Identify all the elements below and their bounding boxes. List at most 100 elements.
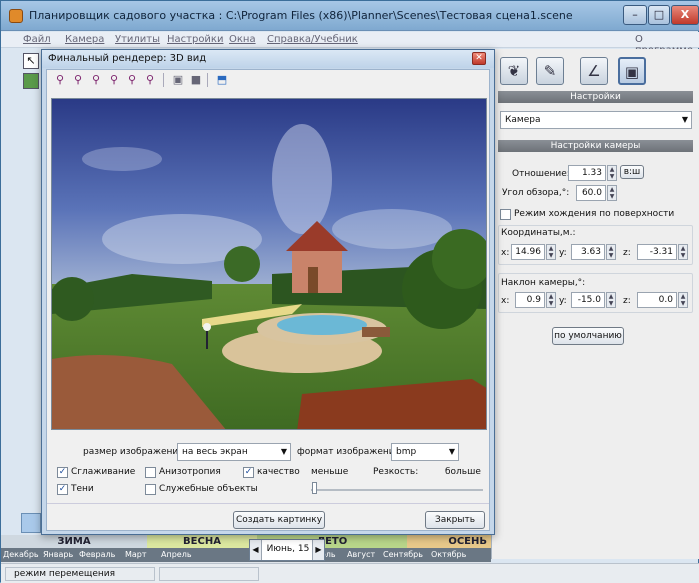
tilt-label: Наклон камеры,°: [501, 278, 586, 288]
coord-z-spinner[interactable]: ▲ ▼ [678, 244, 688, 260]
camera-preset-4-icon[interactable]: ⚲ [107, 73, 121, 87]
month-september[interactable]: Сентябрь [383, 550, 423, 559]
create-image-button[interactable]: Создать картинку [233, 511, 325, 529]
tilt-z-spinner[interactable]: ▲ ▼ [678, 292, 688, 308]
menu-windows[interactable]: Окна [229, 34, 256, 45]
ratio-input[interactable]: 1.33 [568, 165, 606, 181]
fov-input[interactable]: 60.0 [576, 185, 606, 201]
coord-z-input[interactable]: -3.31 [637, 244, 677, 260]
next-day-arrow-icon[interactable]: ▶ [312, 540, 324, 560]
prev-day-arrow-icon[interactable]: ◀ [250, 540, 262, 560]
camera-preset-2-icon[interactable]: ⚲ [71, 73, 85, 87]
quality-label: качество [257, 467, 300, 477]
mode-select[interactable]: Камера ▼ [500, 111, 692, 129]
view-tab-stub[interactable] [21, 513, 41, 533]
coord-y-label: y: [559, 248, 567, 258]
maximize-button[interactable]: □ [648, 5, 670, 25]
divider [47, 503, 489, 504]
toolbar-separator [207, 73, 208, 87]
fov-spinner[interactable]: ▲ ▼ [607, 185, 617, 201]
camera-preset-5-icon[interactable]: ⚲ [125, 73, 139, 87]
tilt-x-label: x: [501, 296, 510, 306]
tilt-y-input[interactable]: -15.0 [571, 292, 605, 308]
month-march[interactable]: Март [125, 550, 147, 559]
image-size-label: размер изображения: [83, 447, 187, 457]
export-icon[interactable]: ⬒ [215, 73, 229, 87]
brush-tool-icon[interactable]: ✎ [536, 57, 564, 85]
settings-panel: ❦ ✎ ∠ ▣ Настройки Камера ▼ Настройки каме… [491, 49, 699, 559]
coord-y-input[interactable]: 3.63 [571, 244, 605, 260]
camera-preset-6-icon[interactable]: ⚲ [143, 73, 157, 87]
walk-mode-checkbox[interactable] [500, 209, 511, 220]
camera-settings-header: Настройки камеры [498, 140, 693, 152]
window-title: Планировщик садового участка : C:\Progra… [29, 9, 573, 22]
mode-select-value: Камера [505, 115, 541, 125]
menu-settings[interactable]: Настройки [167, 34, 223, 45]
menu-bar: Файл Камера Утилиты Настройки Окна Справ… [1, 32, 699, 56]
menu-utilities[interactable]: Утилиты [115, 34, 160, 45]
main-window: Планировщик садового участка : C:\Progra… [0, 0, 699, 583]
shadows-label: Тени [71, 484, 94, 494]
image-size-value: на весь экран [182, 447, 248, 457]
month-january[interactable]: Январь [43, 550, 73, 559]
settings-header: Настройки [498, 91, 693, 103]
season-spring: ВЕСНА [147, 535, 257, 548]
menu-camera[interactable]: Камера [65, 34, 104, 45]
month-october[interactable]: Октябрь [431, 550, 466, 559]
season-autumn: ОСЕНЬ [407, 535, 491, 548]
angle-tool-icon[interactable]: ∠ [580, 57, 608, 85]
coord-y-spinner[interactable]: ▲ ▼ [606, 244, 616, 260]
menu-help[interactable]: Справка/Учебник [267, 34, 358, 45]
stop-icon[interactable]: ■ [189, 73, 203, 87]
tilt-z-input[interactable]: 0.0 [637, 292, 677, 308]
garden-scene-image [52, 99, 486, 429]
tilt-x-spinner[interactable]: ▲ ▼ [546, 292, 556, 308]
date-picker[interactable]: ◀ Июнь, 15 ▶ [249, 539, 325, 561]
status-cell [159, 567, 259, 581]
default-button[interactable]: по умолчанию [552, 327, 624, 345]
shadows-checkbox[interactable]: ✓ [57, 484, 68, 495]
coord-x-label: x: [501, 248, 510, 258]
quality-checkbox[interactable]: ✓ [243, 467, 254, 478]
sharpness-label: Резкость: [373, 467, 419, 477]
sharpness-slider-thumb[interactable] [312, 482, 317, 494]
tilt-y-spinner[interactable]: ▲ ▼ [606, 292, 616, 308]
month-april[interactable]: Апрель [161, 550, 192, 559]
service-objects-checkbox[interactable] [145, 484, 156, 495]
camera-preset-3-icon[interactable]: ⚲ [89, 73, 103, 87]
tilt-group: Наклон камеры,°: x: 0.9 ▲ ▼ y: -15.0 ▲ ▼ z… [498, 273, 693, 313]
month-february[interactable]: Февраль [79, 550, 115, 559]
status-bar: режим перемещения [1, 563, 699, 583]
pointer-tool-icon[interactable]: ↖ [23, 53, 39, 69]
dialog-close-icon[interactable]: ✕ [472, 52, 486, 65]
save-icon[interactable]: ▣ [171, 73, 185, 87]
camera-preset-1-icon[interactable]: ⚲ [53, 73, 67, 87]
menu-file[interactable]: Файл [23, 34, 51, 45]
ratio-label: Отношение: [512, 169, 570, 179]
month-december[interactable]: Декабрь [3, 550, 39, 559]
coord-x-spinner[interactable]: ▲ ▼ [546, 244, 556, 260]
ratio-spinner[interactable]: ▲ ▼ [607, 165, 617, 181]
image-format-select[interactable]: bmp ▼ [391, 443, 459, 461]
service-objects-label: Служебные объекты [159, 484, 258, 494]
tilt-x-input[interactable]: 0.9 [515, 292, 545, 308]
image-tool-icon[interactable] [23, 73, 39, 89]
dialog-close-button[interactable]: Закрыть [425, 511, 485, 529]
close-button[interactable]: X [671, 5, 699, 25]
3d-view-icon[interactable]: ▣ [618, 57, 646, 85]
month-august[interactable]: Август [347, 550, 375, 559]
chevron-down-icon: ▼ [280, 447, 287, 456]
dialog-title: Финальный рендерeр: 3D вид [48, 53, 207, 64]
coord-x-input[interactable]: 14.96 [511, 244, 545, 260]
anisotropy-checkbox[interactable] [145, 467, 156, 478]
minimize-button[interactable]: – [623, 5, 647, 25]
sharpness-less-label: меньше [311, 467, 349, 477]
image-size-select[interactable]: на весь экран ▼ [177, 443, 291, 461]
plant-tool-icon[interactable]: ❦ [500, 57, 528, 85]
coord-z-label: z: [623, 248, 631, 258]
smoothing-checkbox[interactable]: ✓ [57, 467, 68, 478]
ratio-button[interactable]: в:ш [620, 165, 644, 179]
anisotropy-label: Анизотропия [159, 467, 221, 477]
dialog-body: ⚲ ⚲ ⚲ ⚲ ⚲ ⚲ ▣ ■ ⬒ размер изображения: на… [46, 69, 490, 531]
sharpness-slider-track[interactable] [311, 489, 483, 491]
